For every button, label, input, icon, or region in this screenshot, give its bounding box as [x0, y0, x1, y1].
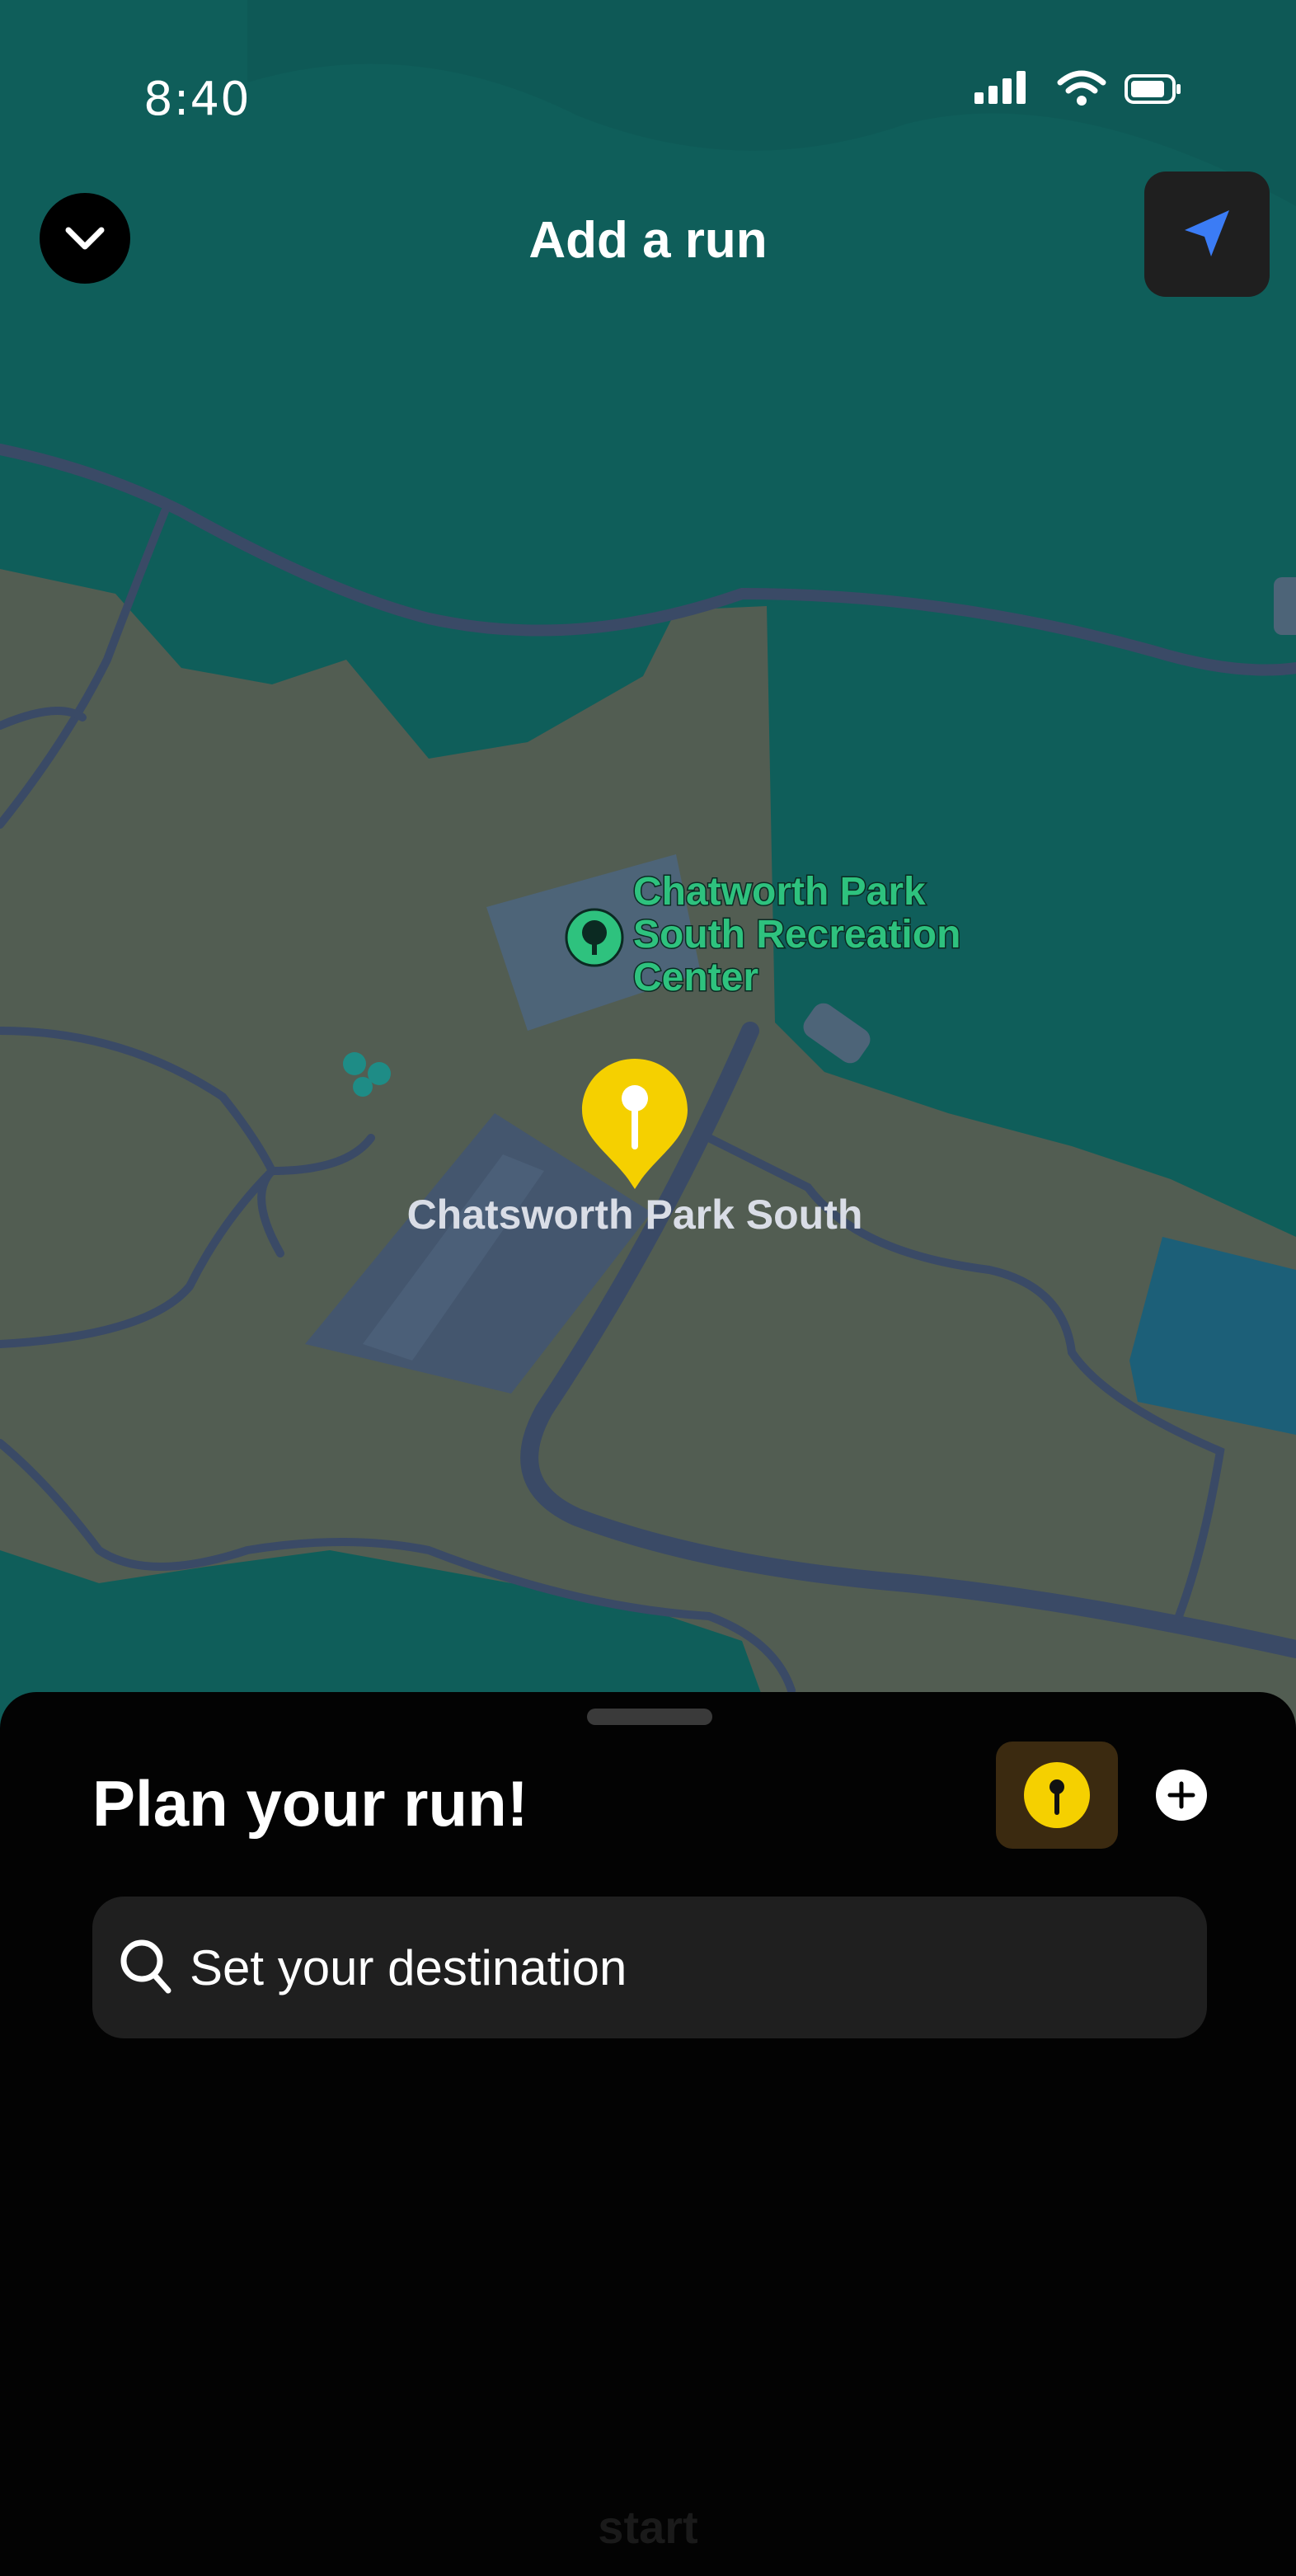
add-stop-button[interactable]: [1156, 1770, 1207, 1821]
start-label[interactable]: start: [0, 2500, 1296, 2554]
locate-me-button[interactable]: [1144, 172, 1270, 297]
sheet-title: Plan your run!: [92, 1767, 528, 1840]
plus-icon: [1167, 1781, 1195, 1809]
tree-icon[interactable]: [564, 907, 625, 968]
search-placeholder: Set your destination: [190, 1940, 627, 1995]
location-arrow-icon: [1185, 210, 1229, 256]
pin-label: Chatsworth Park South: [406, 1192, 863, 1238]
search-icon: [120, 1939, 171, 1994]
status-time: 8:40: [143, 73, 251, 126]
destination-pin-icon[interactable]: [577, 1055, 693, 1196]
plan-run-sheet[interactable]: Plan your run! Set your destination star…: [0, 1692, 1296, 2576]
pin-icon: [1024, 1762, 1090, 1828]
sheet-handle[interactable]: [587, 1709, 712, 1725]
destination-search-input[interactable]: Set your destination: [92, 1897, 1207, 2038]
page-title: Add a run: [528, 212, 768, 269]
pin-mode-button[interactable]: [996, 1742, 1118, 1849]
signal-icon: [974, 71, 1026, 104]
battery-icon: [1125, 74, 1181, 104]
poi-label-line: Chatworth Park: [632, 869, 927, 914]
wifi-icon: [1057, 70, 1106, 106]
poi-label[interactable]: Chatworth Park South Recreation Center: [632, 869, 961, 1000]
poi-label-line: South Recreation: [632, 912, 961, 957]
poi-label-line: Center: [632, 955, 759, 1000]
status-bar: 8:40: [0, 0, 1296, 165]
